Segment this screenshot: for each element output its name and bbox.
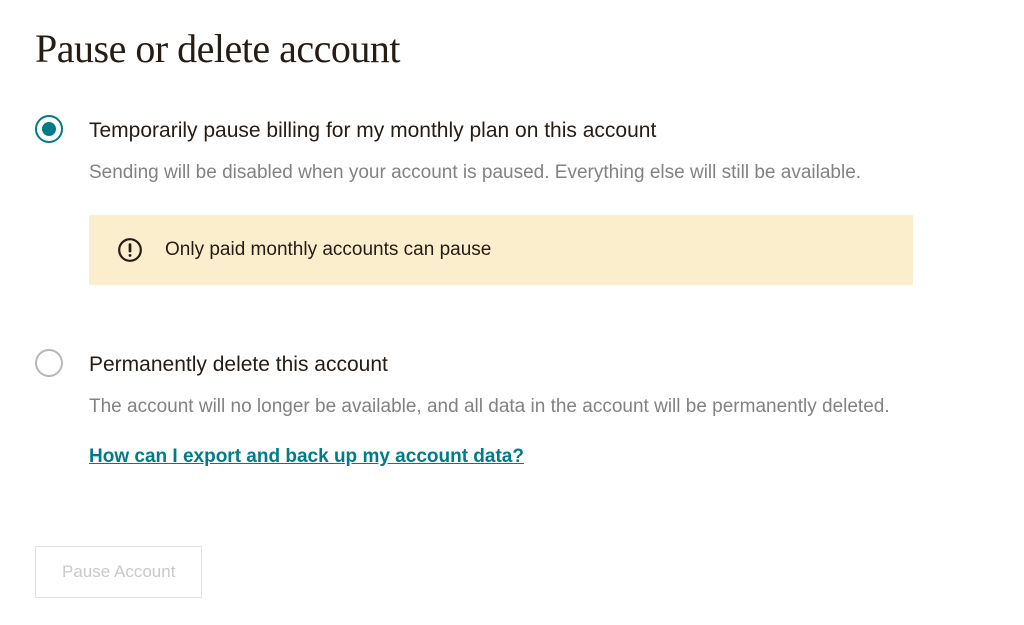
export-data-link[interactable]: How can I export and back up my account … [89,446,524,468]
delete-option-description: The account will no longer be available,… [89,394,989,421]
pause-alert-box: Only paid monthly accounts can pause [89,215,913,285]
alert-icon [117,237,143,263]
delete-option-block: Permanently delete this account The acco… [35,351,989,468]
pause-account-button[interactable]: Pause Account [35,546,202,598]
pause-radio-dot [42,122,56,136]
delete-radio-wrap [35,349,65,379]
pause-option-row: Temporarily pause billing for my monthly… [35,117,989,313]
delete-option-row: Permanently delete this account The acco… [35,351,989,468]
delete-radio[interactable] [35,349,63,377]
pause-option-description: Sending will be disabled when your accou… [89,160,989,187]
page-title: Pause or delete account [35,25,989,72]
pause-alert-text: Only paid monthly accounts can pause [165,239,491,261]
pause-radio-wrap [35,115,65,145]
pause-option-content: Temporarily pause billing for my monthly… [89,117,989,313]
pause-radio[interactable] [35,115,63,143]
delete-option-content: Permanently delete this account The acco… [89,351,989,468]
pause-option-block: Temporarily pause billing for my monthly… [35,117,989,313]
pause-option-title: Temporarily pause billing for my monthly… [89,117,989,144]
delete-option-title: Permanently delete this account [89,351,989,378]
